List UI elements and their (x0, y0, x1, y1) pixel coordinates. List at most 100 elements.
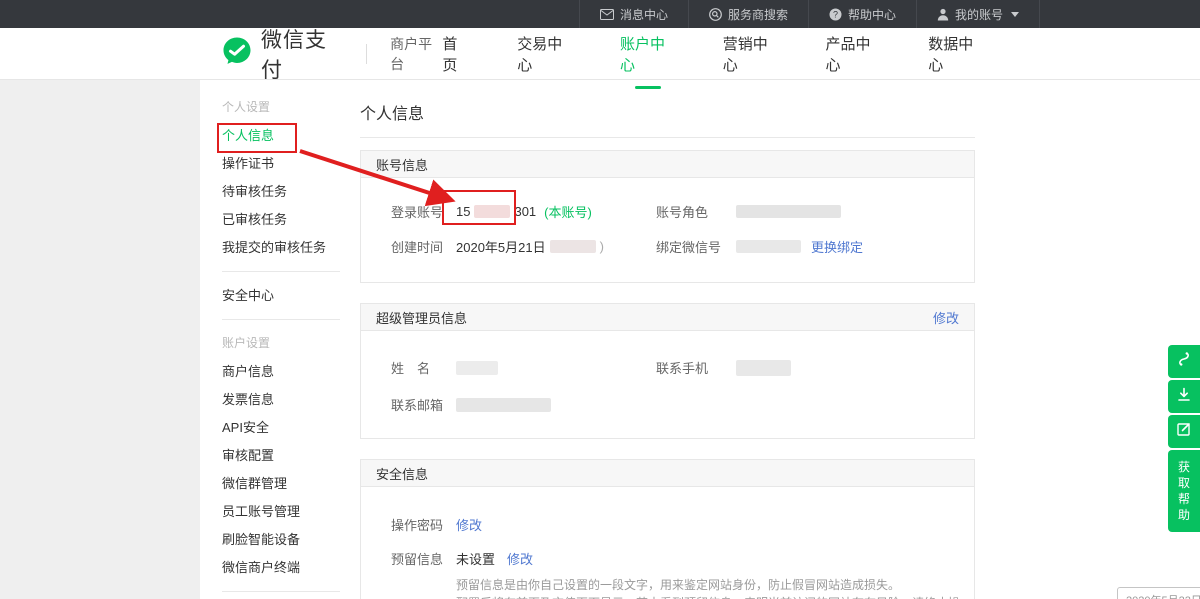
created-date: 2020年5月21日 (456, 237, 546, 256)
reserved-info-label: 预留信息 (391, 549, 456, 568)
security-info-section: 安全信息 操作密码 修改 预留信息 未设置 修改 预留信息是由你自己设置的一段文… (360, 459, 975, 599)
topbar-item-label: 服务商搜索 (728, 6, 788, 23)
operation-password-edit-link[interactable]: 修改 (456, 515, 482, 534)
security-info-section-header: 安全信息 (361, 460, 974, 487)
sidebar-item-reviewed-tasks[interactable]: 已审核任务 (222, 206, 345, 233)
created-time-redacted (550, 240, 596, 253)
login-account-suffix: 301 (514, 204, 536, 219)
brand[interactable]: 微信支付 商户平台 (222, 24, 442, 84)
svg-text:?: ? (833, 9, 838, 19)
wechat-pay-logo-icon (222, 36, 252, 71)
sidebar-item-wechat-merchant-terminal[interactable]: 微信商户终端 (222, 554, 345, 581)
bound-wechat-label: 绑定微信号 (656, 237, 736, 256)
sidebar-item-staff-account-management[interactable]: 员工账号管理 (222, 498, 345, 525)
user-icon (937, 8, 949, 21)
admin-phone-label: 联系手机 (656, 358, 736, 377)
brand-divider (366, 44, 367, 64)
sidebar-item-review-config[interactable]: 审核配置 (222, 442, 345, 469)
current-account-badge: (本账号) (544, 202, 592, 221)
date-tooltip: 2020年5月22日 (1117, 587, 1200, 599)
nav-tab-home[interactable]: 首页 (442, 27, 470, 81)
sidebar-divider (222, 591, 340, 592)
envelope-icon (600, 9, 614, 20)
nav-tab-data-center[interactable]: 数据中心 (928, 27, 984, 81)
admin-phone-redacted (736, 360, 791, 376)
login-account-label: 登录账号 (391, 202, 456, 221)
topbar-help-center[interactable]: ? 帮助中心 (808, 0, 916, 28)
floating-help-widget: 获取帮助 (1168, 345, 1200, 532)
nav-tab-account-center[interactable]: 账户中心 (620, 27, 676, 81)
admin-name-redacted (456, 361, 498, 375)
operation-password-label: 操作密码 (391, 515, 456, 534)
login-account-value: 15 301 (本账号) (456, 202, 592, 221)
sidebar-item-wechat-group-management[interactable]: 微信群管理 (222, 470, 345, 497)
get-help-label: 获取帮助 (1178, 459, 1191, 523)
link-icon (1177, 351, 1191, 372)
main-content: 个人信息 账号信息 登录账号 15301 (本账号) 账号角色 (360, 80, 975, 599)
super-admin-section: 超级管理员信息 修改 姓 名 联系手机 联系邮箱 (360, 303, 975, 439)
sidebar-item-security-center[interactable]: 安全中心 (222, 282, 345, 309)
account-info-body: 登录账号 15301 (本账号) 账号角色 创建时间 (361, 178, 974, 282)
search-icon (709, 8, 722, 21)
sidebar-divider (222, 319, 340, 320)
reserved-info-desc-line: 配置后将在首页及充值页面显示。若未看到预留信息，表明当前访问的网站存在风险，请终… (456, 594, 974, 599)
super-admin-edit-link[interactable]: 修改 (933, 308, 959, 327)
sidebar-item-merchant-info[interactable]: 商户信息 (222, 358, 345, 385)
get-help-button[interactable]: 获取帮助 (1168, 450, 1200, 532)
sidebar-item-personal-info[interactable]: 个人信息 (222, 122, 345, 149)
topbar: 消息中心 服务商搜索 ? 帮助中心 我的账号 (0, 0, 1200, 28)
nav-tab-transaction-center[interactable]: 交易中心 (517, 27, 573, 81)
sidebar-item-operation-certificate[interactable]: 操作证书 (222, 150, 345, 177)
sidebar-item-face-smart-device[interactable]: 刷脸智能设备 (222, 526, 345, 553)
page-left-gutter (0, 80, 200, 599)
account-info-section-title: 账号信息 (376, 155, 428, 174)
feedback-icon (1177, 422, 1191, 441)
reserved-info-description: 预留信息是由你自己设置的一段文字，用来鉴定网站身份，防止假冒网站造成损失。 配置… (456, 576, 974, 599)
created-time-value: 2020年5月21日) (456, 237, 604, 256)
reserved-info-status: 未设置 (456, 549, 495, 568)
super-admin-body: 姓 名 联系手机 联系邮箱 (361, 331, 974, 438)
account-role-redacted (736, 205, 841, 218)
super-admin-section-header: 超级管理员信息 修改 (361, 304, 974, 331)
security-info-body: 操作密码 修改 预留信息 未设置 修改 预留信息是由你自己设置的一段文字，用来鉴… (361, 487, 974, 599)
admin-email-redacted (456, 398, 551, 412)
login-account-prefix: 15 (456, 204, 470, 219)
sidebar-item-pending-review-tasks[interactable]: 待审核任务 (222, 178, 345, 205)
main-nav: 首页 交易中心 账户中心 营销中心 产品中心 数据中心 (442, 27, 984, 81)
rebind-link[interactable]: 更换绑定 (811, 237, 863, 256)
feedback-button[interactable] (1168, 415, 1200, 448)
super-admin-section-title: 超级管理员信息 (376, 308, 467, 327)
download-button[interactable] (1168, 380, 1200, 413)
sidebar-group-account-settings: 账户设置 (222, 330, 345, 357)
brand-portal: 商户平台 (390, 34, 442, 74)
sidebar-divider (222, 271, 340, 272)
topbar-my-account[interactable]: 我的账号 (916, 0, 1040, 28)
chevron-down-icon (1011, 12, 1019, 17)
admin-name-label: 姓 名 (391, 358, 456, 377)
sidebar-group-personal-settings: 个人设置 (222, 94, 345, 121)
quick-link-button[interactable] (1168, 345, 1200, 378)
topbar-message-center[interactable]: 消息中心 (579, 0, 688, 28)
page-title: 个人信息 (360, 100, 975, 138)
login-account-redacted (474, 205, 510, 218)
account-info-section-header: 账号信息 (361, 151, 974, 178)
sidebar-item-api-security[interactable]: API安全 (222, 414, 345, 441)
topbar-provider-search[interactable]: 服务商搜索 (688, 0, 808, 28)
nav-tab-marketing-center[interactable]: 营销中心 (723, 27, 779, 81)
security-info-section-title: 安全信息 (376, 464, 428, 483)
topbar-item-label: 我的账号 (955, 6, 1003, 23)
admin-email-label: 联系邮箱 (391, 395, 456, 414)
account-info-section: 账号信息 登录账号 15301 (本账号) 账号角色 (360, 150, 975, 283)
topbar-item-label: 消息中心 (620, 6, 668, 23)
created-time-label: 创建时间 (391, 237, 456, 256)
wechat-pay-merchant-portal: 消息中心 服务商搜索 ? 帮助中心 我的账号 微信支付 (0, 0, 1200, 599)
reserved-info-edit-link[interactable]: 修改 (507, 549, 533, 568)
topbar-item-label: 帮助中心 (848, 6, 896, 23)
nav-tab-product-center[interactable]: 产品中心 (826, 27, 882, 81)
sidebar-item-invoice-info[interactable]: 发票信息 (222, 386, 345, 413)
help-icon: ? (829, 8, 842, 21)
sidebar-item-my-submitted-tasks[interactable]: 我提交的审核任务 (222, 234, 345, 261)
created-paren: ) (600, 239, 604, 254)
reserved-info-desc-line: 预留信息是由你自己设置的一段文字，用来鉴定网站身份，防止假冒网站造成损失。 (456, 576, 974, 594)
brand-name: 微信支付 (261, 24, 343, 84)
